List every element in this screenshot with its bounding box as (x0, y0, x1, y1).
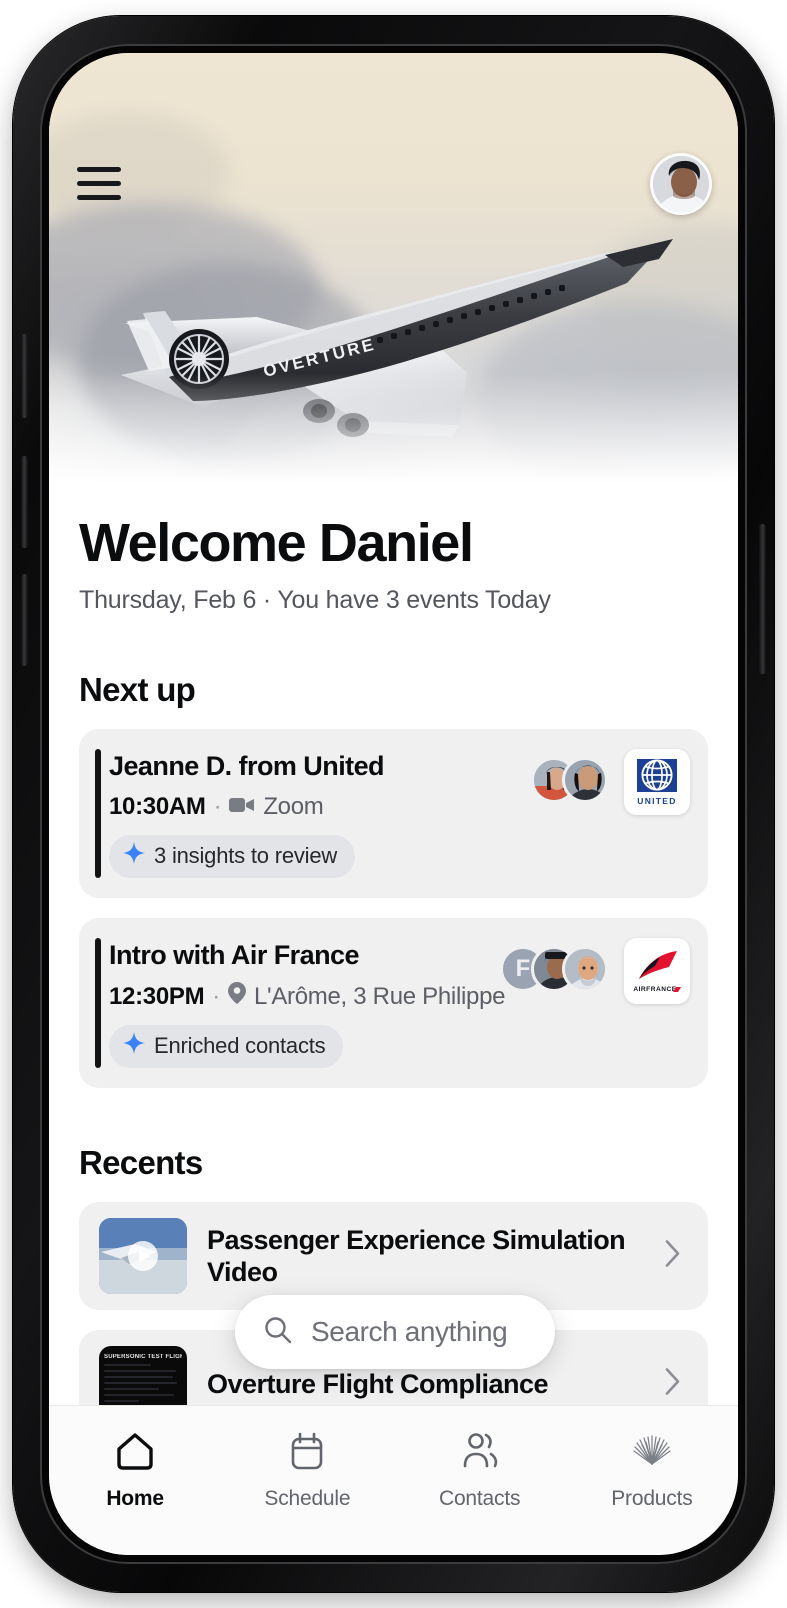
recent-item-title: Passenger Experience Simulation Video (207, 1224, 626, 1288)
event-time: 12:30PM (109, 982, 205, 1010)
search-placeholder: Search anything (311, 1316, 508, 1347)
volume-down-button[interactable] (21, 574, 28, 666)
event-location: Zoom (263, 793, 324, 821)
recent-item-title: Overture Flight Compliance (207, 1369, 549, 1400)
attendee-avatar (562, 757, 608, 804)
event-card-united[interactable]: Jeanne D. from United 10:30AM · Zoom 3 i… (79, 729, 708, 899)
meta-separator: · (213, 793, 222, 821)
attendee-avatars[interactable] (531, 757, 608, 804)
burst-icon (631, 1430, 673, 1477)
location-pin-icon (228, 982, 246, 1011)
chevron-right-icon[interactable] (664, 1239, 682, 1274)
event-badge-label: Enriched contacts (154, 1033, 326, 1059)
tab-label: Home (106, 1487, 164, 1510)
next-up-heading: Next up (79, 671, 196, 709)
volume-up-button[interactable] (21, 456, 28, 548)
bottom-navigation: Home Schedule Contacts Products (49, 1405, 738, 1555)
event-badge-insights[interactable]: 3 insights to review (109, 835, 356, 879)
hamburger-menu-icon[interactable] (77, 163, 125, 203)
chevron-right-icon[interactable] (664, 1367, 682, 1402)
hero-gradient-overlay (49, 373, 738, 493)
event-location: L'Arôme, 3 Rue Philippe (254, 982, 506, 1010)
user-avatar[interactable] (650, 153, 712, 215)
calendar-icon (286, 1430, 328, 1477)
event-time: 10:30AM (109, 793, 206, 821)
recents-heading: Recents (79, 1144, 203, 1182)
united-airlines-logo: UNITED (624, 749, 690, 816)
greeting-subtitle: Thursday, Feb 6 · You have 3 events Toda… (79, 586, 551, 615)
contacts-icon (459, 1430, 501, 1477)
event-badge-label: 3 insights to review (154, 843, 338, 869)
event-badge-enriched[interactable]: Enriched contacts (109, 1025, 344, 1069)
search-input[interactable]: Search anything (235, 1295, 555, 1369)
event-accent-bar (95, 749, 101, 879)
search-icon (263, 1315, 293, 1350)
attendee-avatar (562, 946, 608, 993)
page-title: Welcome Daniel (79, 513, 474, 573)
sparkle-icon (123, 842, 145, 870)
play-icon (128, 1241, 158, 1272)
video-thumbnail (99, 1218, 187, 1295)
video-camera-icon (229, 793, 255, 821)
tab-contacts[interactable]: Contacts (405, 1430, 555, 1511)
tab-label: Contacts (438, 1487, 521, 1510)
document-thumb-title: SUPERSONIC TEST FLIGHT MI (104, 1354, 182, 1361)
event-accent-bar (95, 938, 101, 1069)
meta-separator: · (212, 982, 220, 1010)
tab-label: Schedule (264, 1487, 351, 1510)
phone-frame: OVERTURE Welcome Daniel Thursday, Feb 6 … (13, 16, 774, 1592)
hero-banner: OVERTURE (49, 53, 738, 493)
screenshot-stage: OVERTURE Welcome Daniel Thursday, Feb 6 … (0, 0, 787, 1608)
home-icon (114, 1430, 156, 1477)
air-france-logo: AIRFRANCE (624, 938, 690, 1005)
phone-screen: OVERTURE Welcome Daniel Thursday, Feb 6 … (49, 53, 738, 1555)
action-button[interactable] (21, 334, 28, 418)
tab-products[interactable]: Products (577, 1430, 727, 1511)
tab-label: Products (611, 1487, 693, 1510)
svg-text:AIRFRANCE: AIRFRANCE (633, 986, 676, 993)
svg-text:UNITED: UNITED (637, 796, 676, 806)
event-card-airfrance[interactable]: Intro with Air France 12:30PM · L'Arôme,… (79, 918, 708, 1089)
sparkle-icon (123, 1032, 145, 1060)
tab-schedule[interactable]: Schedule (232, 1430, 382, 1511)
power-button[interactable] (759, 524, 766, 674)
tab-home[interactable]: Home (60, 1430, 210, 1511)
attendee-avatars[interactable]: F (500, 946, 608, 993)
